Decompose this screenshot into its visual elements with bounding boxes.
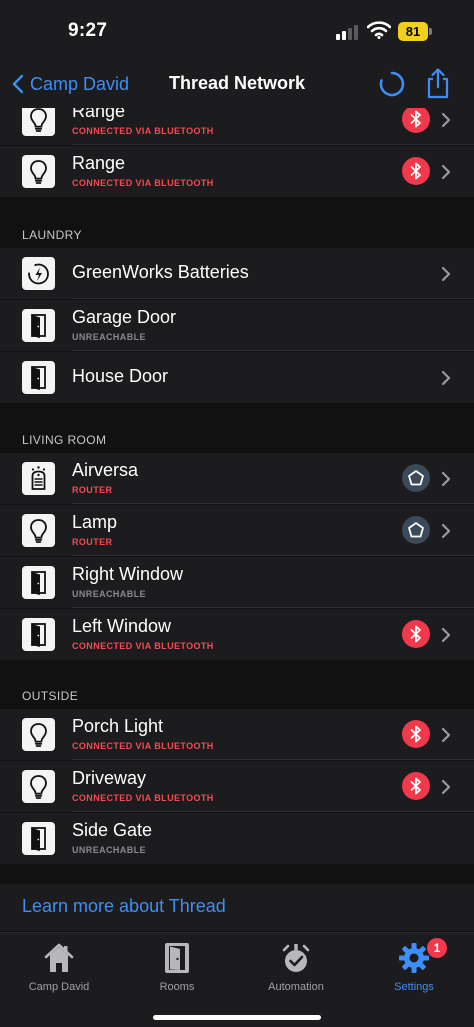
chevron-right-icon: [441, 727, 451, 743]
device-status: ROUTER: [72, 537, 113, 547]
bulb-icon: [22, 718, 55, 751]
device-status: ROUTER: [72, 485, 113, 495]
device-row[interactable]: Lamp ROUTER: [0, 505, 474, 556]
device-list[interactable]: Range CONNECTED VIA BLUETOOTH Range CONNECT…: [0, 108, 474, 932]
battery-level: 81: [398, 22, 428, 41]
device-name: Left Window: [72, 616, 172, 636]
device-name: Driveway: [72, 768, 147, 788]
tab-bar: Camp David Rooms Automation Settings 1: [0, 932, 474, 1027]
router-icon: [402, 516, 430, 544]
section-header: OUTSIDE: [22, 689, 79, 703]
device-row[interactable]: House Door: [0, 352, 474, 403]
chevron-left-icon: [12, 74, 24, 94]
status-time: 9:27: [68, 20, 108, 41]
device-name: Range: [72, 153, 126, 173]
door-icon: [22, 361, 55, 394]
door-icon: [22, 822, 55, 855]
chevron-right-icon: [441, 779, 451, 795]
tab-rooms[interactable]: Rooms: [118, 939, 236, 999]
cellular-signal-icon: [336, 24, 362, 40]
device-name: Porch Light: [72, 716, 164, 736]
device-name: Lamp: [72, 512, 118, 532]
device-row[interactable]: Side Gate UNREACHABLE: [0, 813, 474, 864]
bulb-icon: [22, 514, 55, 547]
chevron-right-icon: [441, 164, 451, 180]
device-row[interactable]: Left Window CONNECTED VIA BLUETOOTH: [0, 609, 474, 660]
device-row[interactable]: Range CONNECTED VIA BLUETOOTH: [0, 108, 474, 145]
tab-label: Camp David: [28, 981, 90, 993]
battery-icon: 81: [398, 22, 432, 41]
learn-more-row[interactable]: Learn more about Thread: [0, 884, 474, 931]
device-row[interactable]: GreenWorks Batteries: [0, 248, 474, 299]
tab-automation[interactable]: Automation: [237, 939, 355, 999]
router-icon: [402, 464, 430, 492]
device-row[interactable]: Right Window UNREACHABLE: [0, 557, 474, 608]
door-icon: [22, 618, 55, 651]
tab-label: Automation: [268, 981, 324, 993]
device-row[interactable]: Range CONNECTED VIA BLUETOOTH: [0, 146, 474, 197]
device-status: CONNECTED VIA BLUETOOTH: [72, 793, 214, 803]
device-row[interactable]: Driveway CONNECTED VIA BLUETOOTH: [0, 761, 474, 812]
door-icon: [22, 309, 55, 342]
section-header: LAUNDRY: [22, 228, 82, 242]
loading-spinner-icon: [379, 71, 405, 97]
home-indicator: [153, 1015, 321, 1020]
device-status: CONNECTED VIA BLUETOOTH: [72, 641, 214, 651]
device-status: UNREACHABLE: [72, 845, 146, 855]
chevron-right-icon: [441, 112, 451, 128]
bulb-icon: [22, 108, 55, 136]
door-icon: [22, 566, 55, 599]
bluetooth-icon: [402, 620, 430, 648]
wifi-icon: [367, 21, 391, 39]
device-status: UNREACHABLE: [72, 589, 146, 599]
device-row[interactable]: Garage Door UNREACHABLE: [0, 300, 474, 351]
power-icon: [22, 257, 55, 290]
share-icon[interactable]: [425, 67, 451, 99]
device-name: Right Window: [72, 564, 184, 584]
tab-camp-david[interactable]: Camp David: [0, 939, 118, 999]
bluetooth-icon: [402, 772, 430, 800]
device-name: Range: [72, 108, 126, 121]
status-bar: 9:27 81: [0, 0, 474, 62]
learn-more-link[interactable]: Learn more about Thread: [22, 896, 226, 917]
section-header: LIVING ROOM: [22, 433, 107, 447]
device-name: Side Gate: [72, 820, 153, 840]
bluetooth-icon: [402, 720, 430, 748]
notification-badge: 1: [427, 938, 447, 958]
device-row[interactable]: Porch Light CONNECTED VIA BLUETOOTH: [0, 709, 474, 760]
chevron-right-icon: [441, 370, 451, 386]
device-row[interactable]: Airversa ROUTER: [0, 453, 474, 504]
device-name: House Door: [72, 366, 169, 386]
device-status: UNREACHABLE: [72, 332, 146, 342]
device-status: CONNECTED VIA BLUETOOTH: [72, 178, 214, 188]
bulb-icon: [22, 770, 55, 803]
device-status: CONNECTED VIA BLUETOOTH: [72, 126, 214, 136]
air-purifier-icon: [22, 462, 55, 495]
device-name: GreenWorks Batteries: [72, 262, 249, 282]
chevron-right-icon: [441, 266, 451, 282]
bluetooth-icon: [402, 157, 430, 185]
navigation-bar: Camp David Thread Network: [0, 62, 474, 108]
tab-label: Rooms: [159, 981, 195, 993]
tab-label: Settings: [394, 981, 434, 993]
back-button[interactable]: Camp David: [12, 71, 129, 97]
bulb-icon: [22, 155, 55, 188]
device-name: Garage Door: [72, 307, 177, 327]
tab-settings[interactable]: Settings 1: [355, 938, 473, 999]
bluetooth-icon: [402, 108, 430, 133]
device-name: Airversa: [72, 460, 139, 480]
back-button-label: Camp David: [30, 73, 130, 94]
device-status: CONNECTED VIA BLUETOOTH: [72, 741, 214, 751]
chevron-right-icon: [441, 471, 451, 487]
chevron-right-icon: [441, 627, 451, 643]
chevron-right-icon: [441, 523, 451, 539]
